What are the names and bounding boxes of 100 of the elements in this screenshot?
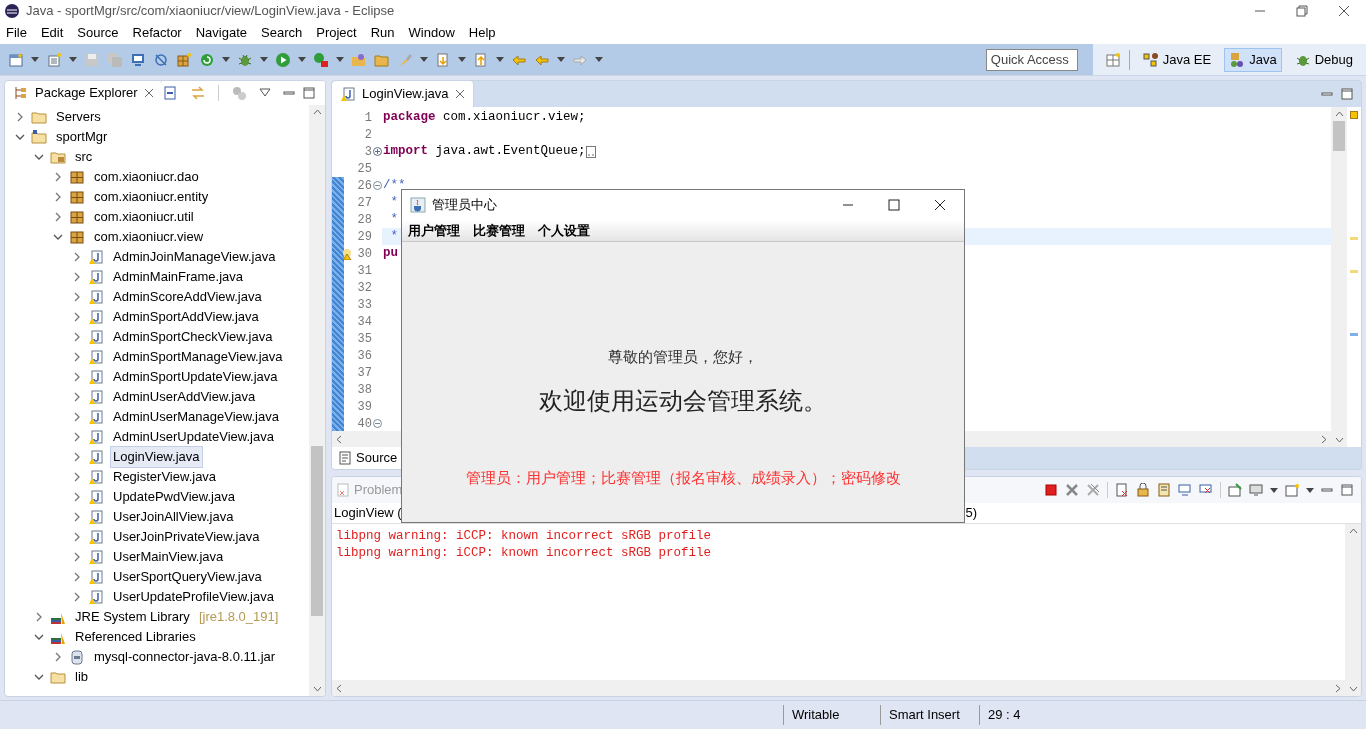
menu-item[interactable]: Window (408, 23, 455, 43)
remove-all-icon[interactable] (1086, 483, 1100, 497)
dialog-menu-item[interactable]: 比赛管理 (473, 220, 525, 241)
tree-item[interactable]: LoginView.java (110, 446, 203, 468)
run-icon[interactable] (275, 51, 291, 68)
perspective-button[interactable]: Java (1224, 47, 1282, 72)
tree-item[interactable]: Servers (53, 106, 104, 128)
new-class-icon[interactable] (46, 51, 62, 68)
tree-item[interactable]: UserSportQueryView.java (110, 566, 265, 588)
expand-fold-icon[interactable] (372, 147, 382, 156)
tree-item[interactable]: com.xiaoniucr.view (91, 226, 207, 248)
collapse-all-icon[interactable] (161, 85, 178, 101)
scroll-left-icon[interactable] (336, 683, 342, 693)
maximize-view-icon[interactable] (302, 87, 315, 99)
scroll-down-icon[interactable] (1348, 686, 1358, 692)
tree-item[interactable]: sportMgr (53, 126, 111, 148)
dialog-menu-item[interactable]: 用户管理 (408, 220, 460, 241)
menu-item[interactable]: Run (370, 23, 395, 43)
caret-icon[interactable] (458, 57, 466, 62)
tree-item[interactable]: mysql-connector-java-8.0.11.jar (91, 646, 279, 668)
scroll-down-icon[interactable] (1334, 437, 1344, 443)
scroll-left-icon[interactable] (336, 434, 342, 444)
menu-item[interactable]: Search (261, 23, 303, 43)
dialog-menu-item[interactable]: 个人设置 (538, 220, 590, 241)
scroll-right-icon[interactable] (1335, 683, 1341, 693)
tree-item[interactable]: UserUpdateProfileView.java (110, 586, 277, 608)
tree-item[interactable]: com.xiaoniucr.entity (91, 186, 212, 208)
vertical-scrollbar[interactable] (1345, 524, 1361, 696)
caret-icon[interactable] (69, 57, 77, 62)
word-wrap-icon[interactable] (1157, 483, 1171, 497)
vertical-scrollbar[interactable] (309, 105, 325, 696)
chevron-right-icon[interactable] (15, 112, 25, 122)
open-folder-icon[interactable] (351, 51, 367, 68)
restore-icon[interactable] (1296, 5, 1308, 17)
tree-item[interactable]: RegisterView.java (110, 466, 220, 488)
tree-item[interactable]: Referenced Libraries (72, 626, 199, 648)
caret-icon[interactable] (336, 57, 344, 62)
caret-icon[interactable] (420, 57, 428, 62)
chevron-right-icon[interactable] (53, 652, 63, 662)
source-tab[interactable]: Source (332, 447, 404, 469)
new-file-icon[interactable] (8, 51, 24, 68)
menu-item[interactable]: Project (316, 23, 357, 43)
link-arrows-icon[interactable] (189, 85, 206, 101)
previous-annotation-icon[interactable] (473, 51, 489, 68)
chevron-down-icon[interactable] (34, 672, 44, 682)
no-link-icon[interactable] (153, 51, 169, 68)
horizontal-scrollbar[interactable] (332, 680, 1345, 696)
collapse-fold-icon[interactable] (372, 419, 382, 428)
tree-item[interactable]: AdminScoreAddView.java (110, 286, 265, 308)
scrollbar-thumb[interactable] (311, 446, 323, 616)
collapse-fold-icon[interactable] (372, 181, 382, 190)
view-menu-icon[interactable] (258, 88, 271, 98)
tree-item[interactable]: src (72, 146, 96, 168)
tree-item[interactable]: AdminMainFrame.java (110, 266, 247, 288)
scroll-right-icon[interactable] (1321, 434, 1327, 444)
tree-item[interactable]: AdminSportManageView.java (110, 346, 286, 368)
run-tool-icon[interactable] (313, 51, 329, 68)
tree-item[interactable]: UserJoinAllView.java (110, 506, 237, 528)
caret-icon[interactable] (557, 57, 565, 62)
tree-item[interactable]: com.xiaoniucr.dao (91, 166, 202, 188)
caret-icon[interactable] (595, 57, 603, 62)
tree-item[interactable]: com.xiaoniucr.util (91, 206, 197, 228)
tree-item[interactable]: UserJoinPrivateView.java (110, 526, 263, 548)
editor-tab[interactable]: LoginView.java (332, 81, 474, 107)
terminate-icon[interactable] (1044, 483, 1058, 497)
chevron-down-icon[interactable] (34, 632, 44, 642)
pin-icon[interactable] (1228, 483, 1242, 497)
tree-item[interactable]: JRE System Library (72, 606, 193, 628)
tree-item[interactable]: AdminUserAddView.java (110, 386, 259, 408)
remove-icon[interactable] (1065, 483, 1079, 497)
menu-item[interactable]: Edit (40, 23, 64, 43)
menu-item[interactable]: Refactor (132, 23, 182, 43)
scrollbar-thumb[interactable] (1333, 121, 1345, 151)
scroll-up-icon[interactable] (1334, 111, 1344, 117)
refresh-icon[interactable] (199, 51, 215, 68)
caret-icon[interactable] (31, 57, 39, 62)
next-annotation-icon[interactable] (435, 51, 451, 68)
scroll-up-icon[interactable] (1348, 528, 1358, 534)
caret-icon[interactable] (1270, 487, 1278, 493)
scroll-lock-icon[interactable] (1136, 483, 1150, 497)
caret-icon[interactable] (298, 57, 306, 62)
grid-star-icon[interactable] (176, 51, 192, 68)
menu-item[interactable]: Help (468, 23, 496, 43)
quick-access-field[interactable]: Quick Access (985, 48, 1078, 71)
close-icon[interactable] (934, 199, 946, 211)
tree-item[interactable]: AdminSportAddView.java (110, 306, 262, 328)
perspective-button[interactable]: Java EE (1137, 47, 1217, 72)
chevron-down-icon[interactable] (53, 232, 63, 242)
new-console-icon[interactable] (1285, 483, 1299, 497)
perspective-button[interactable]: Debug (1289, 47, 1358, 72)
monitor-icon[interactable] (1249, 483, 1263, 497)
overview-warning-mark[interactable] (1350, 111, 1358, 119)
menu-item[interactable]: Navigate (195, 23, 247, 43)
monitor-icon[interactable] (130, 51, 146, 68)
maximize-view-icon[interactable] (1341, 88, 1353, 100)
close-icon[interactable] (1338, 5, 1350, 17)
menu-item[interactable]: File (6, 23, 27, 43)
tree-item[interactable]: UserMainView.java (110, 546, 227, 568)
clear-console-icon[interactable] (1115, 483, 1129, 497)
menu-item[interactable]: Source (77, 23, 119, 43)
